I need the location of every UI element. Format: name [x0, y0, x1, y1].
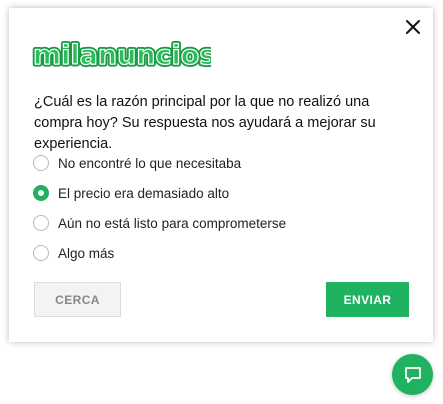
answer-option-other[interactable]: Algo más: [33, 238, 286, 268]
answer-option-not-found[interactable]: No encontré lo que necesitaba: [33, 148, 286, 178]
survey-modal: milanuncios milanuncios ¿Cuál es la razó…: [9, 8, 433, 342]
answer-option-label: El precio era demasiado alto: [58, 185, 230, 201]
answer-options: No encontré lo que necesitaba El precio …: [33, 148, 286, 268]
chat-button[interactable]: [392, 354, 433, 395]
radio-button[interactable]: [33, 245, 49, 261]
dismiss-button[interactable]: CERCA: [34, 282, 121, 317]
answer-option-label: No encontré lo que necesitaba: [58, 155, 242, 171]
answer-option-price-too-high[interactable]: El precio era demasiado alto: [33, 178, 286, 208]
close-icon: [406, 20, 420, 34]
page: milanuncios milanuncios ¿Cuál es la razó…: [0, 0, 443, 404]
close-button[interactable]: [402, 16, 424, 38]
answer-option-not-ready[interactable]: Aún no está listo para comprometerse: [33, 208, 286, 238]
send-button[interactable]: ENVIAR: [326, 282, 409, 317]
chat-icon: [404, 366, 421, 383]
logo-text: milanuncios: [33, 40, 211, 71]
radio-button[interactable]: [33, 215, 49, 231]
survey-question: ¿Cuál es la razón principal por la que n…: [34, 94, 376, 152]
answer-option-label: Algo más: [58, 245, 115, 261]
milanuncios-logo: milanuncios milanuncios: [31, 38, 211, 74]
answer-option-label: Aún no está listo para comprometerse: [58, 215, 287, 231]
radio-button[interactable]: [33, 155, 49, 171]
radio-button-selected[interactable]: [33, 185, 49, 201]
